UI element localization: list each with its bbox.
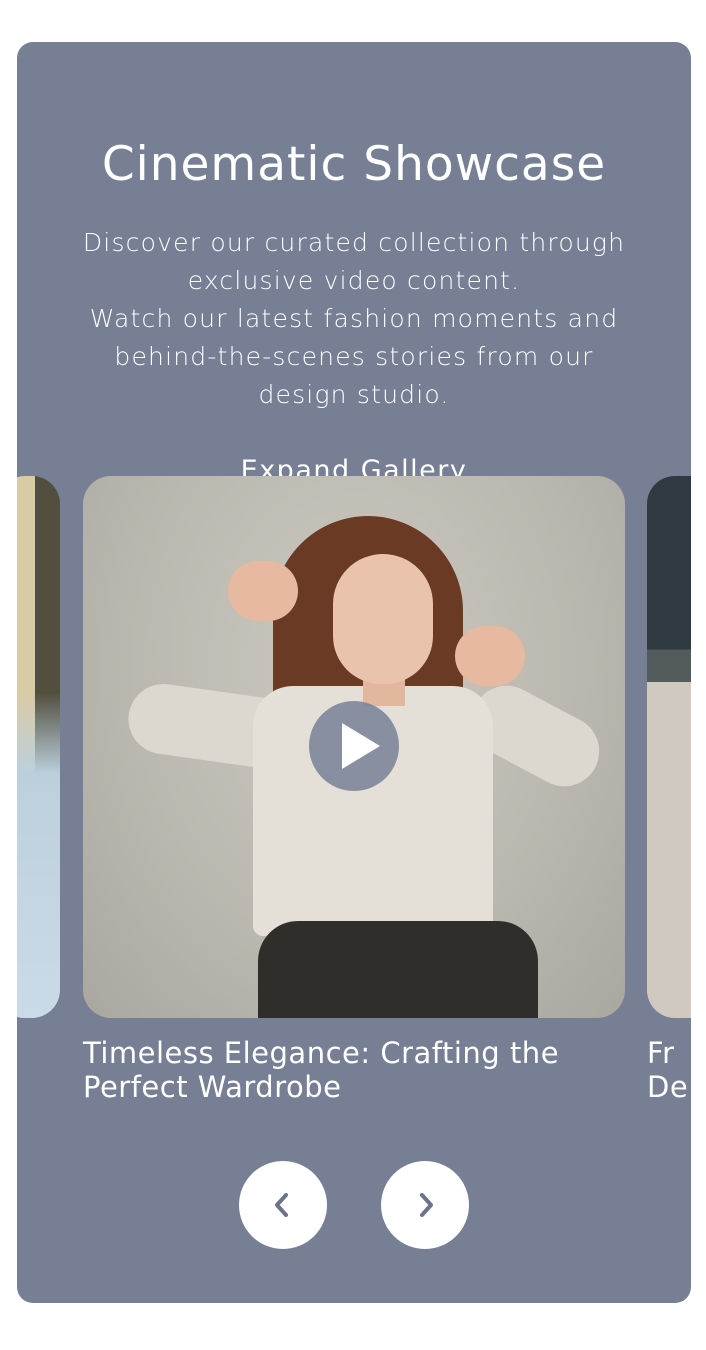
photo-hand (455, 626, 525, 686)
carousel-prev-button[interactable] (239, 1161, 327, 1249)
chevron-right-icon (420, 1193, 433, 1217)
play-button[interactable] (309, 701, 399, 791)
slide-caption[interactable]: Timeless Elegance: Crafting the Perfect … (83, 1036, 623, 1104)
play-icon (342, 723, 380, 769)
description-line: Watch our latest fashion moments and beh… (89, 304, 619, 409)
showcase-card: Cinematic Showcase Discover our curated … (17, 42, 691, 1303)
carousel-next-button[interactable] (381, 1161, 469, 1249)
chevron-left-icon (275, 1193, 288, 1217)
description-line: Discover our curated collection through … (82, 228, 626, 295)
slide-caption[interactable]: Fr De (647, 1036, 691, 1104)
section-description: Discover our curated collection through … (72, 224, 636, 414)
slide-image (17, 476, 60, 1018)
photo-hand (228, 561, 298, 621)
carousel-slide-next[interactable] (647, 476, 691, 1018)
slide-image (83, 476, 625, 1018)
carousel-slide-active[interactable] (83, 476, 625, 1018)
photo-skirt (258, 921, 538, 1018)
carousel-slide-previous[interactable] (17, 476, 60, 1018)
photo-face (333, 554, 433, 684)
section-title: Cinematic Showcase (101, 137, 607, 192)
slide-image (647, 476, 691, 1018)
